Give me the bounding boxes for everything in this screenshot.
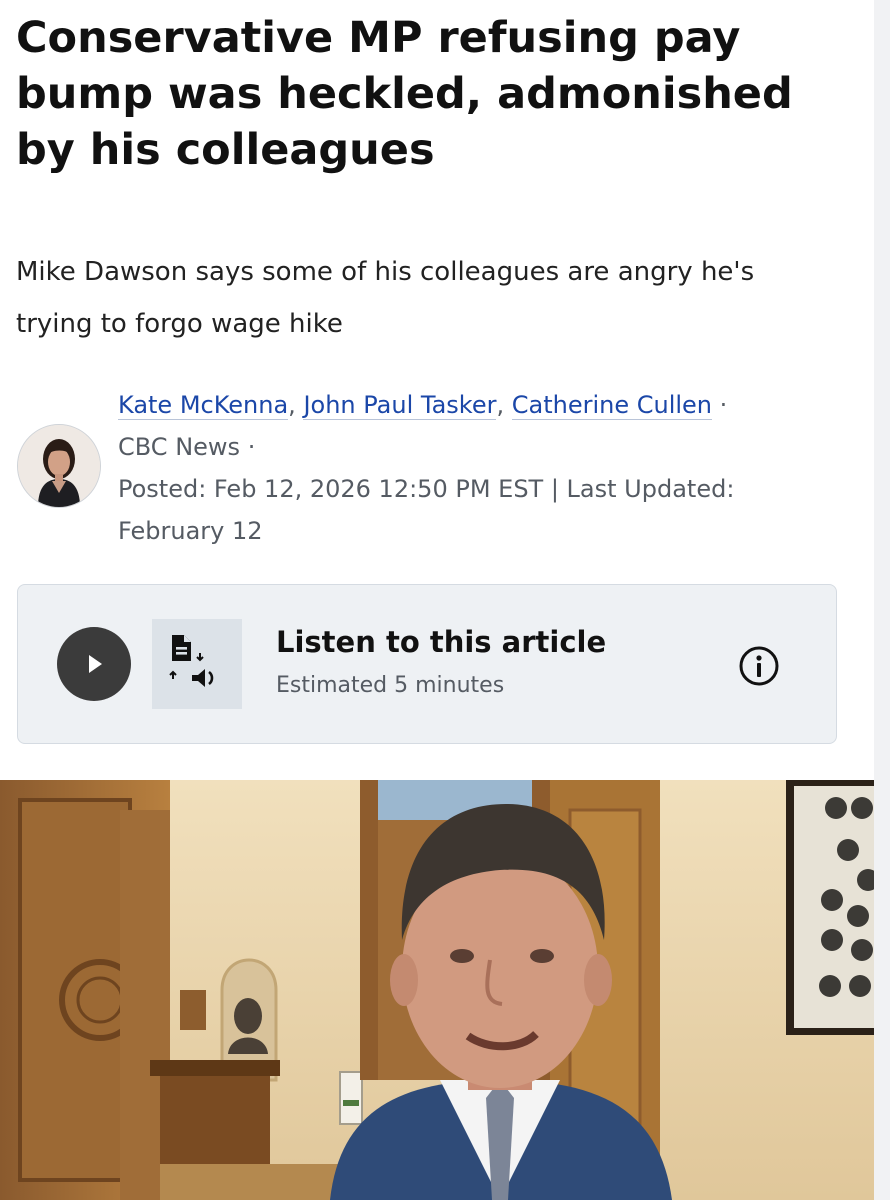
byline-comma: ,: [288, 391, 296, 419]
listen-title: Listen to this article: [276, 625, 607, 659]
play-icon: [89, 655, 102, 673]
author-link[interactable]: Kate McKenna: [118, 391, 289, 420]
author-link[interactable]: Catherine Cullen: [511, 391, 713, 420]
info-icon: [739, 646, 779, 686]
info-button[interactable]: [738, 645, 780, 687]
text-to-speech-icon: [152, 619, 242, 709]
article-deck: Mike Dawson says some of his colleagues …: [16, 257, 755, 339]
byline: Kate McKenna, John Paul Tasker, Catherin…: [118, 384, 838, 552]
author-link[interactable]: John Paul Tasker: [303, 391, 497, 420]
listen-duration: Estimated 5 minutes: [276, 673, 505, 698]
news-outlet: CBC News: [118, 433, 241, 461]
publish-timestamp: Posted: Feb 12, 2026 12:50 PM EST | Last…: [118, 475, 735, 545]
article-headline: Conservative MP refusing pay bump was he…: [16, 13, 793, 175]
play-audio-button[interactable]: [57, 627, 131, 701]
byline-comma: ,: [496, 391, 505, 419]
byline-separator: ·: [247, 433, 256, 461]
byline-separator: ·: [719, 391, 728, 419]
article-hero-image: [0, 780, 874, 1200]
author-avatar[interactable]: [17, 424, 101, 508]
listen-to-article-card: Listen to this article Estimated 5 minut…: [17, 584, 837, 744]
scrollbar-track[interactable]: [874, 0, 890, 1200]
